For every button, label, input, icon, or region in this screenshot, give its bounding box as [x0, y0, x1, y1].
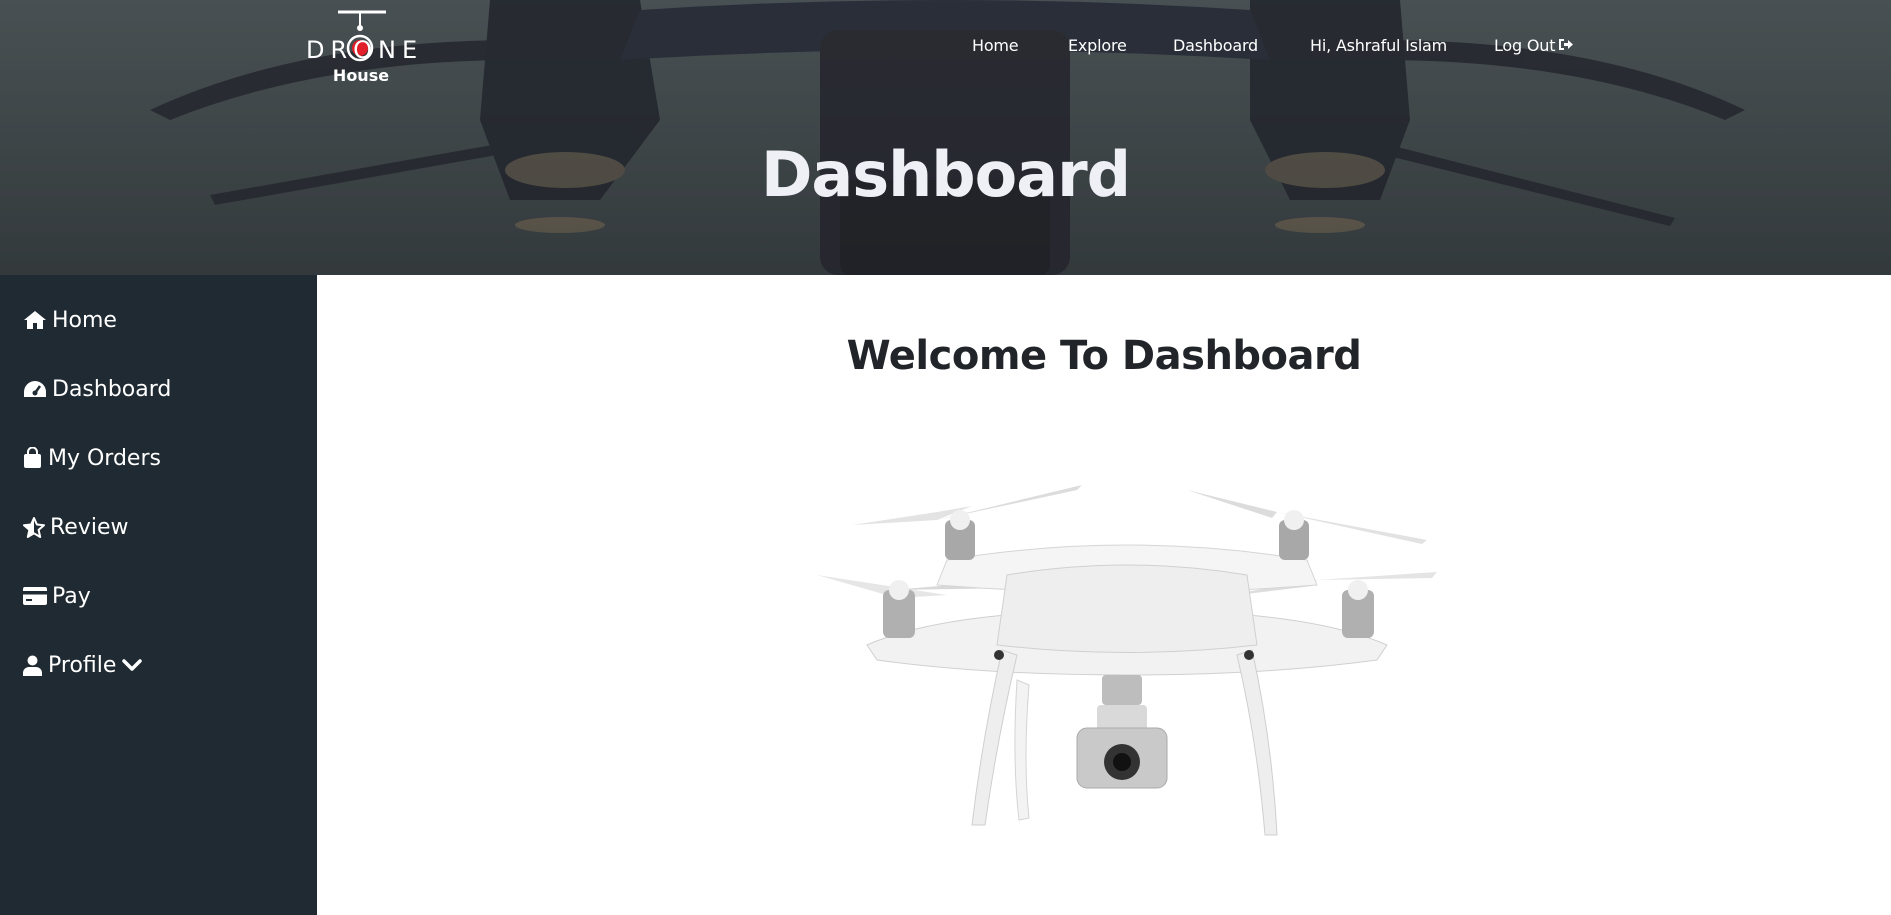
- logout-button[interactable]: Log Out: [1494, 36, 1574, 55]
- chevron-down-icon[interactable]: [122, 658, 143, 672]
- top-nav: Home Explore Dashboard Hi, Ashraful Isla…: [0, 36, 1891, 60]
- sidebar-item-label: Pay: [52, 583, 91, 609]
- page-title: Dashboard: [760, 138, 1131, 211]
- sidebar-item-home[interactable]: Home: [23, 304, 117, 336]
- logo-subtitle: House: [332, 66, 390, 85]
- sidebar-item-my-orders[interactable]: My Orders: [23, 442, 161, 474]
- star-icon: [23, 515, 47, 539]
- sidebar-item-label: Home: [52, 307, 117, 333]
- nav-explore-link[interactable]: Explore: [1068, 36, 1127, 55]
- credit-card-icon: [23, 584, 49, 608]
- nav-dashboard-link[interactable]: Dashboard: [1173, 36, 1258, 55]
- hero-banner: DRONE House Home Explore Dashboard Hi, A…: [0, 0, 1891, 275]
- user-icon: [23, 653, 45, 677]
- drone-illustration: [817, 485, 1437, 836]
- sidebar-item-profile[interactable]: Profile: [23, 649, 143, 681]
- sidebar-item-pay[interactable]: Pay: [23, 580, 91, 612]
- tachometer-icon: [23, 377, 49, 401]
- nav-home-link[interactable]: Home: [972, 36, 1019, 55]
- sidebar-item-label: Review: [50, 514, 129, 540]
- nav-user-greeting: Hi, Ashraful Islam: [1310, 36, 1448, 55]
- sidebar-item-label: Profile: [48, 652, 117, 678]
- shopping-bag-icon: [23, 446, 45, 470]
- sidebar-item-review[interactable]: Review: [23, 511, 129, 543]
- home-icon: [23, 308, 49, 332]
- dashboard-sidebar: Home Dashboard My Orders Review Pay Prof…: [0, 275, 317, 915]
- sidebar-item-label: My Orders: [48, 445, 161, 471]
- logout-label: Log Out: [1494, 36, 1556, 55]
- sidebar-item-dashboard[interactable]: Dashboard: [23, 373, 171, 405]
- sign-out-icon: [1558, 38, 1574, 55]
- sidebar-item-label: Dashboard: [52, 376, 172, 402]
- dashboard-main: Welcome To Dashboard: [317, 275, 1891, 915]
- welcome-heading: Welcome To Dashboard: [846, 333, 1362, 379]
